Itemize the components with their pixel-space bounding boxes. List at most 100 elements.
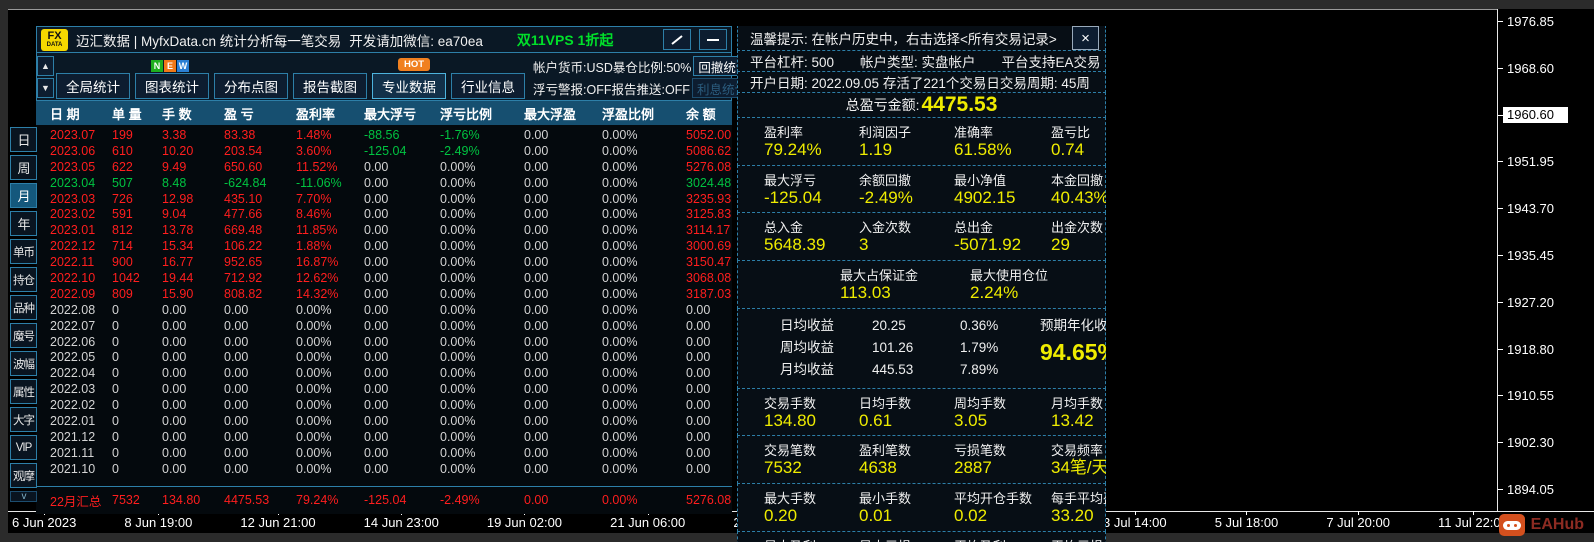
table-cell: 591 <box>112 207 133 222</box>
table-cell: 0.00% <box>440 270 476 285</box>
price-value: 1902.30 <box>1507 435 1554 451</box>
sidebar-item-持仓[interactable]: 持仓 <box>10 267 37 292</box>
new-badge-letter: E <box>164 60 176 72</box>
stat-value: 2887 <box>954 458 992 478</box>
table-body: 2023.07 199 3.38 83.38 1.48% -88.56 -1.76% 0.00… <box>36 125 732 477</box>
scroll-up-button[interactable]: ▲ <box>37 56 54 76</box>
table-cell: 622 <box>112 159 133 174</box>
stat-label: 最大使用仓位 <box>970 268 1049 284</box>
sidebar-item-单币[interactable]: 单币 <box>10 239 37 264</box>
minimize-button[interactable] <box>699 29 727 50</box>
tab-2[interactable]: 图表统计 <box>135 73 209 99</box>
tab-6[interactable]: 行业信息 <box>451 73 525 99</box>
stat-value: 33.20 <box>1051 506 1094 526</box>
table-cell: 0.00 <box>364 270 389 285</box>
table-cell: 0.00 <box>686 302 711 317</box>
stat-cell: 余额回撤 -2.49% <box>859 170 954 208</box>
sidebar-item-观摩[interactable]: 观摩 <box>10 463 37 488</box>
table-cell: 0.00% <box>440 239 476 254</box>
table-cell: 0.00% <box>602 398 638 413</box>
sidebar-item-年[interactable]: 年 <box>10 211 37 236</box>
table-cell: 3068.08 <box>686 270 732 285</box>
sidebar-item-魔号[interactable]: 魔号 <box>10 323 37 348</box>
tab-5[interactable]: 专业数据 <box>372 73 446 99</box>
table-cell: 0.00% <box>440 429 476 444</box>
sidebar-item-周[interactable]: 周 <box>10 155 37 180</box>
table-cell: 0 <box>112 366 119 381</box>
table-cell: 3125.83 <box>686 207 732 222</box>
table-row: 2023.01 812 13.78 669.48 11.85% 0.00 0.00% 0.00… <box>36 222 732 238</box>
table-cell: 669.48 <box>224 223 263 238</box>
sidebar-item-VIP[interactable]: VIP <box>10 435 37 460</box>
sidebar-item-日[interactable]: 日 <box>10 127 37 152</box>
stat-cell: 平均盈利 <box>954 536 1051 542</box>
stat-value: 2.24% <box>970 283 1019 303</box>
table-cell: 0.00 <box>224 461 249 476</box>
panel-title: 迈汇数据 | MyfxData.cn 统计分析每一笔交易 <box>76 33 342 49</box>
stat-cell: 本金回撤 40.43% <box>1051 170 1106 208</box>
time-label: 3 Jul 14:00 <box>1103 511 1167 530</box>
stat-label: 最小手数 <box>859 491 912 507</box>
vps-promo-link[interactable]: 双11VPS 1折起 <box>517 30 614 50</box>
table-cell: 0 <box>112 382 119 397</box>
minimize-icon <box>707 38 719 41</box>
table-cell: 13.78 <box>162 223 194 238</box>
annual-return-label: 预期年化收益 <box>1040 317 1106 333</box>
stat-value: 4902.15 <box>954 187 1016 207</box>
sidebar-item-波幅[interactable]: 波幅 <box>10 351 37 376</box>
table-cell: 0 <box>112 398 119 413</box>
table-cell: 0.00 <box>686 382 711 397</box>
table-cell: 952.65 <box>224 255 263 270</box>
stat-cell: 出金次数 29 <box>1051 217 1105 255</box>
draw-line-button[interactable] <box>663 29 691 50</box>
table-cell: 0.00% <box>602 302 638 317</box>
sidebar-item-属性[interactable]: 属性 <box>10 379 37 404</box>
table-cell: 0.00 <box>364 366 389 381</box>
sidebar-item-大字[interactable]: 大字 <box>10 407 37 432</box>
tab-3[interactable]: 分布点图 <box>214 73 288 99</box>
table-cell: 2022.10 <box>50 270 96 285</box>
stat-row-section: 盈利率 79.24% 利润因子 1.19 准确率 61.58% 盈亏比 0.74 <box>737 117 1106 166</box>
table-cell: 0.00% <box>296 302 332 317</box>
table-cell: 0 <box>112 429 119 444</box>
table-cell: 2023.07 <box>50 127 96 142</box>
statistics-panel: FX DATA 迈汇数据 | MyfxData.cn 统计分析每一笔交易 开发请… <box>36 26 779 514</box>
table-cell: 11.85% <box>296 223 338 238</box>
income-label: 周均收益 <box>780 339 834 355</box>
table-cell: 0.00 <box>524 445 549 460</box>
table-cell: 900 <box>112 255 133 270</box>
table-cell: 5052.00 <box>686 127 732 142</box>
panel-title-bar: FX DATA 迈汇数据 | MyfxData.cn 统计分析每一笔交易 开发请… <box>36 26 732 53</box>
sidebar-collapse-chevron[interactable]: v <box>10 491 37 502</box>
sidebar-item-月[interactable]: 月 <box>10 183 37 208</box>
stat-cell: 盈亏比 0.74 <box>1051 122 1105 160</box>
account-type: 帐户类型: 实盘帐户 <box>860 55 976 70</box>
new-badge: NEW <box>151 60 189 72</box>
fxdata-logo: FX DATA <box>41 28 68 51</box>
tab-1[interactable]: 全局统计 <box>56 73 130 99</box>
table-cell: 0.00% <box>602 255 638 270</box>
table-cell: 0.00 <box>364 413 389 428</box>
table-cell: -125.04 <box>364 143 407 158</box>
table-cell: 0.00% <box>602 143 638 158</box>
table-cell: 477.66 <box>224 207 263 222</box>
table-cell: 0.00 <box>524 255 549 270</box>
table-cell: 0.00% <box>602 382 638 397</box>
tab-4[interactable]: 报告截图 <box>293 73 367 99</box>
scroll-down-button[interactable]: ▼ <box>37 78 54 98</box>
stat-cell: 准确率 61.58% <box>954 122 1051 160</box>
table-cell: 2023.04 <box>50 175 96 190</box>
table-cell: 0.00% <box>440 366 476 381</box>
table-cell: 0.00 <box>162 461 187 476</box>
close-button[interactable]: × <box>1072 26 1099 50</box>
table-cell: 0 <box>112 461 119 476</box>
table-cell: 0.00 <box>524 302 549 317</box>
sidebar-item-品种[interactable]: 品种 <box>10 295 37 320</box>
stat-label: 入金次数 <box>859 220 912 236</box>
price-tick <box>1498 395 1503 397</box>
table-cell: 0.00 <box>224 318 249 333</box>
table-cell: 0.00 <box>364 302 389 317</box>
stat-cell: 周均手数 3.05 <box>954 393 1051 431</box>
table-cell: 0.00 <box>162 334 187 349</box>
stat-label: 交易频率 <box>1051 443 1104 459</box>
